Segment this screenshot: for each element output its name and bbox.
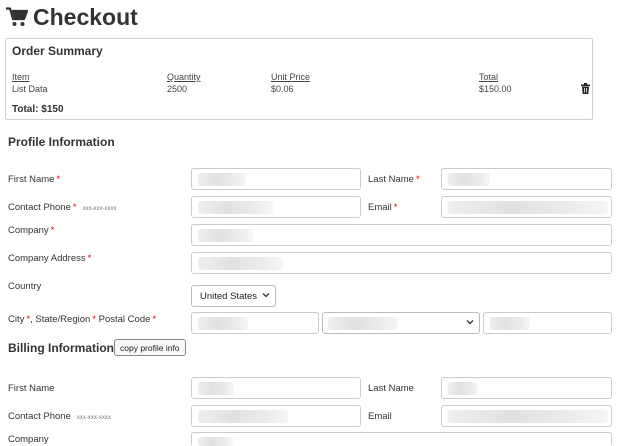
profile-section-title: Profile Information <box>8 135 115 149</box>
billing-contact-phone-input[interactable] <box>191 405 361 427</box>
column-header-unit-price: Unit Price <box>271 72 311 82</box>
row-quantity: 2500 <box>167 84 188 94</box>
profile-first-name-input[interactable] <box>191 168 361 190</box>
profile-contact-phone-input[interactable] <box>191 196 361 218</box>
billing-section-title: Billing Information <box>8 341 114 355</box>
row-unit-price: $0.06 <box>271 84 294 94</box>
chevron-down-icon <box>262 293 270 298</box>
row-item: List Data <box>12 84 48 94</box>
billing-first-name-input[interactable] <box>191 377 361 399</box>
page-header: Checkout <box>6 3 138 31</box>
profile-company-label: Company * <box>8 225 55 236</box>
profile-email-input[interactable] <box>441 196 612 218</box>
row-total: $150.00 <box>479 84 512 94</box>
trash-icon[interactable] <box>581 83 590 94</box>
order-summary: Order Summary Item Quantity Unit Price T… <box>5 38 593 120</box>
column-header-item: Item <box>12 72 30 82</box>
page-title: Checkout <box>33 3 138 30</box>
order-summary-title: Order Summary <box>12 44 103 58</box>
billing-last-name-input[interactable] <box>441 377 612 399</box>
profile-company-address-label: Company Address * <box>8 253 92 264</box>
profile-last-name-input[interactable] <box>441 168 612 190</box>
profile-first-name-label: First Name * <box>8 174 61 185</box>
billing-email-label: Email <box>368 411 392 422</box>
billing-email-input[interactable] <box>441 405 612 427</box>
billing-first-name-label: First Name <box>8 383 55 394</box>
profile-state-select[interactable] <box>322 312 480 334</box>
profile-country-label: Country <box>8 281 42 292</box>
billing-last-name-label: Last Name <box>368 383 414 394</box>
profile-postal-code-input[interactable] <box>483 312 612 334</box>
profile-last-name-label: Last Name * <box>368 174 420 185</box>
profile-city-state-postal-label: City *, State/Region * Postal Code * <box>8 314 157 325</box>
profile-company-address-input[interactable] <box>191 252 612 274</box>
column-header-total: Total <box>479 72 499 82</box>
copy-profile-info-button[interactable]: copy profile info <box>114 339 186 356</box>
order-total: Total: $150 <box>12 104 64 115</box>
profile-city-input[interactable] <box>191 312 319 334</box>
column-header-quantity: Quantity <box>167 72 201 82</box>
profile-contact-phone-label: Contact Phone * xxx-xxx-xxxx <box>8 202 117 213</box>
profile-email-label: Email * <box>368 202 398 213</box>
billing-contact-phone-label: Contact Phone xxx-xxx-xxxx <box>8 411 111 422</box>
shopping-cart-icon <box>6 7 28 26</box>
billing-company-label: Company <box>8 434 49 445</box>
profile-company-input[interactable] <box>191 224 612 246</box>
chevron-down-icon <box>466 320 474 325</box>
billing-company-input[interactable] <box>191 432 612 446</box>
profile-country-select[interactable]: United States <box>191 285 276 307</box>
